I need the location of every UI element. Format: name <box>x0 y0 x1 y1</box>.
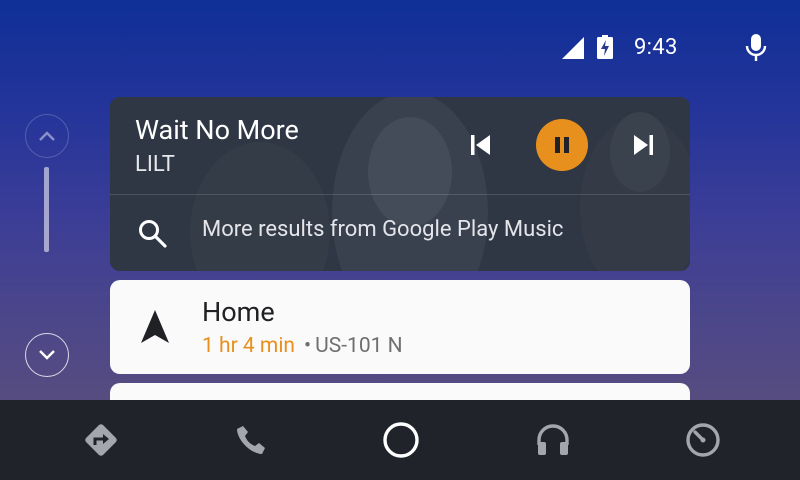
scroll-up-button[interactable] <box>25 114 69 158</box>
cell-signal-icon <box>562 37 584 63</box>
more-results-label: More results from Google Play Music <box>202 217 564 242</box>
chevron-down-icon <box>39 350 55 360</box>
navigation-arrow-icon <box>140 309 170 349</box>
media-now-playing[interactable]: Wait No More LILT <box>110 97 690 194</box>
clock: 9:43 <box>634 35 678 60</box>
route-info: 1 hr 4 min • US-101 N <box>202 334 403 358</box>
phone-icon <box>237 426 265 454</box>
track-title: Wait No More <box>135 114 299 146</box>
microphone-icon[interactable] <box>745 33 767 67</box>
more-results-row[interactable]: More results from Google Play Music <box>110 195 690 271</box>
destination-name: Home <box>202 296 275 328</box>
skip-previous-icon <box>471 135 490 155</box>
home-icon <box>383 422 419 458</box>
route-name: US-101 N <box>315 334 403 358</box>
eta: 1 hr 4 min <box>202 334 296 358</box>
overview-tab[interactable] <box>681 418 725 462</box>
status-bar: 9:43 <box>500 30 800 66</box>
pause-icon <box>555 137 569 153</box>
media-tab[interactable] <box>531 418 575 462</box>
navigation-icon <box>85 424 117 456</box>
scroll-down-button[interactable] <box>25 333 69 377</box>
phone-tab[interactable] <box>229 418 273 462</box>
home-tab[interactable] <box>379 418 423 462</box>
skip-next-button[interactable] <box>629 132 657 158</box>
pause-button[interactable] <box>536 119 588 171</box>
headphones-icon <box>537 424 569 455</box>
navigation-tab[interactable] <box>79 418 123 462</box>
scroll-track[interactable] <box>44 167 49 252</box>
track-artist: LILT <box>135 152 175 177</box>
battery-charging-icon <box>597 35 613 63</box>
navigation-card[interactable]: Home 1 hr 4 min • US-101 N <box>110 280 690 374</box>
skip-next-icon <box>634 135 653 155</box>
dashboard-icon <box>686 423 720 457</box>
skip-previous-button[interactable] <box>467 132 495 158</box>
media-card: Wait No More LILT More results from Goog… <box>110 97 690 271</box>
chevron-up-icon <box>39 131 55 141</box>
separator: • <box>304 334 312 358</box>
bottom-navigation-bar <box>0 400 800 480</box>
search-icon <box>137 218 169 254</box>
